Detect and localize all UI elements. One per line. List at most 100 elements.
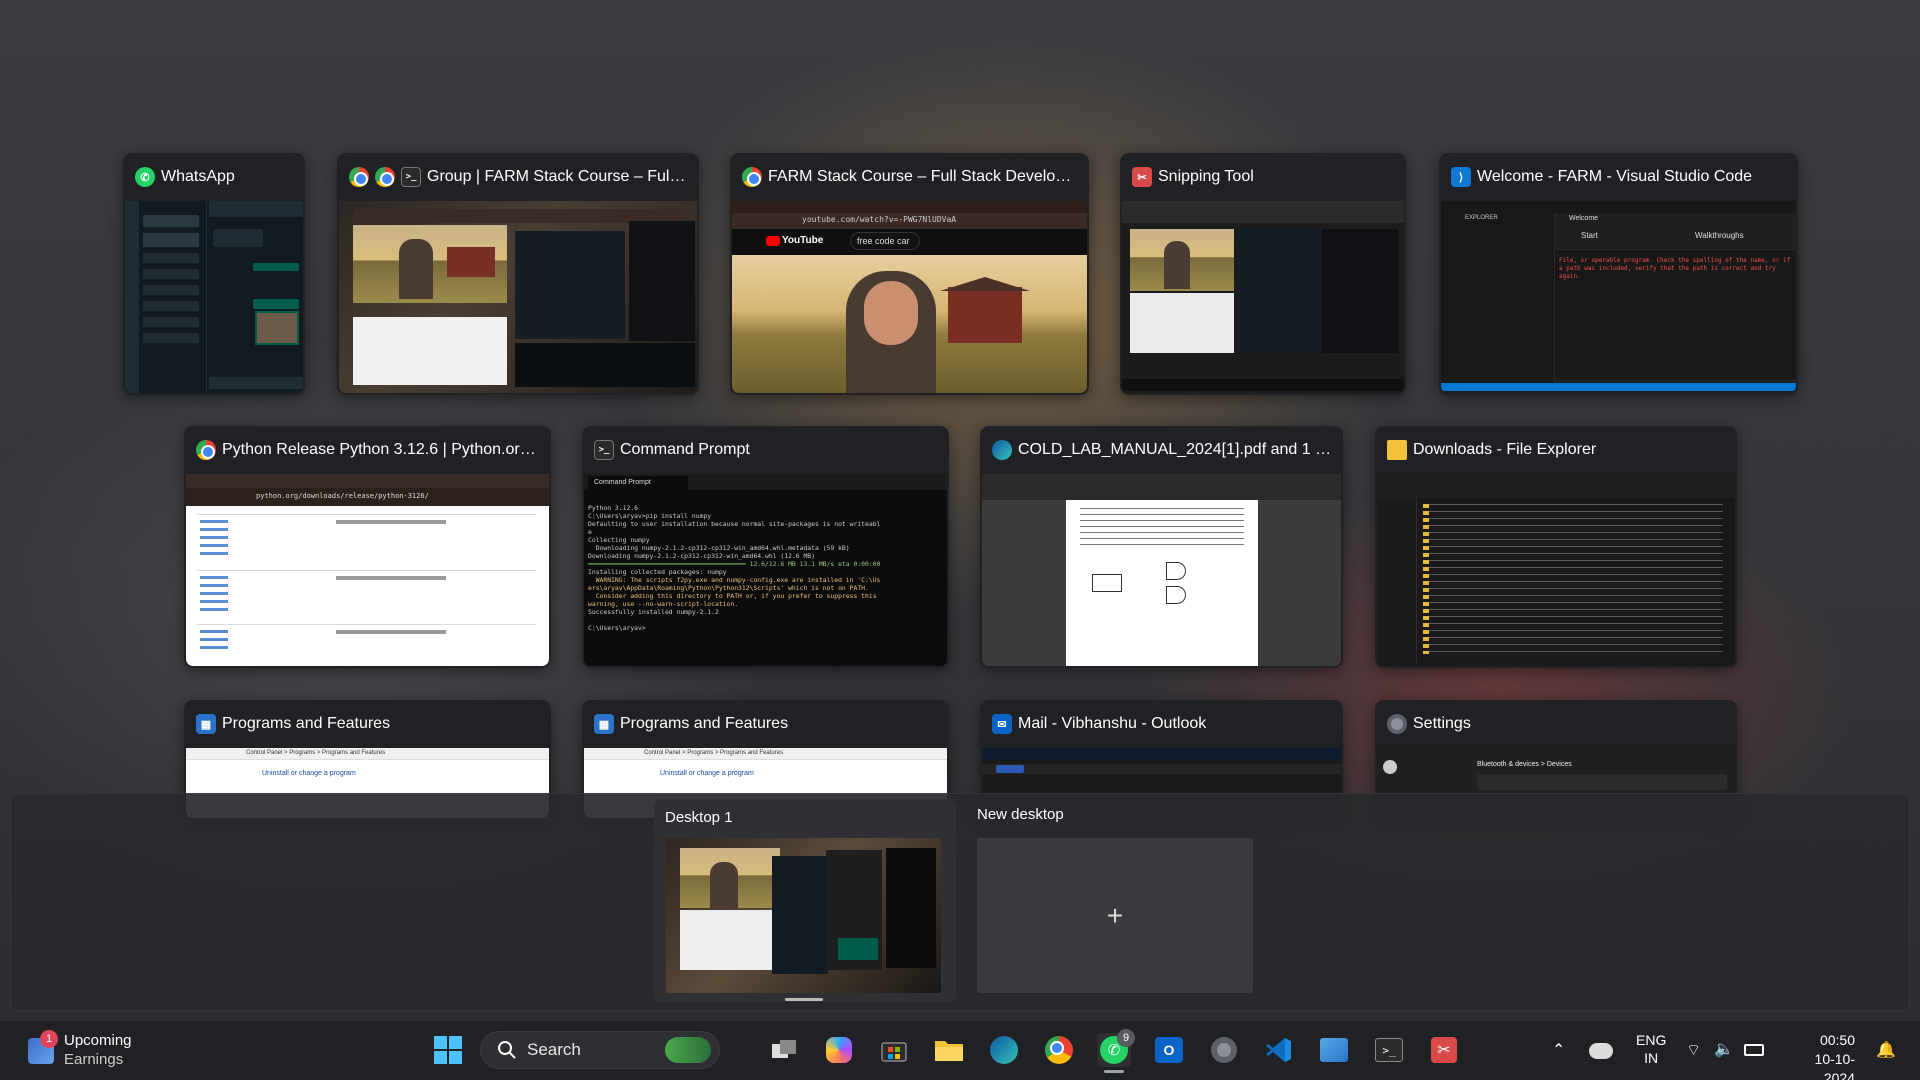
vscode-terminal-text: File, or operable program. Check the spe… xyxy=(1559,257,1791,280)
file-explorer-icon xyxy=(1387,440,1407,460)
notification-bell-icon[interactable]: 🔔 xyxy=(1876,1040,1896,1060)
onedrive-icon[interactable] xyxy=(1589,1043,1613,1059)
uninstall-link: Uninstall or change a program xyxy=(660,770,754,777)
clock-date: 10-10-2024 xyxy=(1814,1051,1855,1080)
vscode-icon xyxy=(1266,1038,1291,1062)
new-desktop-button[interactable]: + xyxy=(977,838,1253,993)
uninstall-link: Uninstall or change a program xyxy=(262,770,356,777)
windows-logo-icon xyxy=(434,1036,462,1064)
file-explorer-button[interactable] xyxy=(932,1033,966,1067)
language-code: ENG xyxy=(1636,1032,1667,1048)
folder-icon xyxy=(935,1041,963,1061)
battery-icon[interactable] xyxy=(1744,1044,1764,1056)
terminal-icon: >_ xyxy=(401,167,421,187)
window-title: Welcome - FARM - Visual Studio Code xyxy=(1477,168,1753,185)
task-view-icon xyxy=(772,1040,796,1058)
vscode-start: Start xyxy=(1581,231,1598,240)
window-chrome-group-farm[interactable]: >_ Group | FARM Stack Course – Full S... xyxy=(337,153,699,395)
window-title: Group | FARM Stack Course – Full S... xyxy=(427,168,689,185)
terminal-icon: >_ xyxy=(1375,1038,1403,1062)
youtube-preview: youtube.com/watch?v=-PWG7NlUDVaA YouTube… xyxy=(732,201,1087,393)
window-vscode[interactable]: ⟩ Welcome - FARM - Visual Studio Code EXP… xyxy=(1439,153,1798,395)
window-chrome-python-org[interactable]: Python Release Python 3.12.6 | Python.or… xyxy=(184,426,551,668)
widgets-button[interactable]: 1 Upcoming Earnings xyxy=(26,1030,146,1070)
vscode-icon: ⟩ xyxy=(1451,167,1471,187)
task-view-button[interactable] xyxy=(767,1033,801,1067)
snipping-tool-button[interactable]: ✂ xyxy=(1427,1033,1461,1067)
file-explorer-preview xyxy=(1377,474,1735,666)
widgets-badge: 1 xyxy=(40,1030,58,1048)
whatsapp-button[interactable]: ✆ 9 xyxy=(1097,1029,1135,1067)
wifi-icon[interactable]: ⌔ xyxy=(1686,1040,1701,1060)
control-panel-icon: ▦ xyxy=(196,714,216,734)
window-title: FARM Stack Course – Full Stack Developm.… xyxy=(768,168,1079,185)
cmd-output: Python 3.12.6 C:\Users\aryav>pip install … xyxy=(588,504,881,632)
window-file-explorer[interactable]: Downloads - File Explorer xyxy=(1375,426,1737,668)
window-title: Snipping Tool xyxy=(1158,168,1254,185)
gear-icon xyxy=(1211,1037,1237,1063)
chrome-icon xyxy=(1045,1036,1073,1064)
whatsapp-icon: ✆ xyxy=(135,167,155,187)
window-edge-pdf[interactable]: COLD_LAB_MANUAL_2024[1].pdf and 1 mor... xyxy=(980,426,1343,668)
outlook-button[interactable]: O xyxy=(1152,1033,1186,1067)
control-panel-button[interactable] xyxy=(1317,1033,1351,1067)
window-title: Command Prompt xyxy=(620,441,750,458)
search-placeholder: Search xyxy=(527,1040,581,1059)
microsoft-store-icon xyxy=(881,1042,907,1062)
taskbar-search[interactable]: Search xyxy=(480,1031,720,1069)
address-bar: youtube.com/watch?v=-PWG7NlUDVaA xyxy=(802,215,957,224)
window-title: Programs and Features xyxy=(620,715,789,732)
whatsapp-preview xyxy=(125,201,303,393)
scissors-icon: ✂ xyxy=(1431,1037,1457,1063)
window-title: COLD_LAB_MANUAL_2024[1].pdf and 1 mor... xyxy=(1018,441,1333,458)
new-desktop-label: New desktop xyxy=(977,806,1064,823)
edge-icon xyxy=(992,440,1012,460)
chrome-group-preview xyxy=(339,201,697,393)
chrome-button[interactable] xyxy=(1042,1033,1076,1067)
language-indicator[interactable]: ENG IN xyxy=(1636,1031,1666,1067)
outlook-icon: O xyxy=(1155,1037,1183,1063)
breadcrumb: Control Panel > Programs > Programs and … xyxy=(644,750,784,756)
window-chrome-youtube[interactable]: FARM Stack Course – Full Stack Developm.… xyxy=(730,153,1089,395)
youtube-search: free code car xyxy=(850,232,920,250)
terminal-button[interactable]: >_ xyxy=(1372,1033,1406,1067)
snipping-tool-preview xyxy=(1122,201,1404,393)
vscode-button[interactable] xyxy=(1262,1033,1296,1067)
window-title: Settings xyxy=(1413,715,1471,732)
vscode-walkthroughs: Walkthroughs xyxy=(1695,231,1744,240)
vscode-explorer-label: EXPLORER xyxy=(1465,215,1498,221)
widget-subtitle: Earnings xyxy=(64,1051,124,1068)
edge-button[interactable] xyxy=(987,1033,1021,1067)
chrome-icon xyxy=(349,167,369,187)
chevron-up-icon[interactable]: ⌃ xyxy=(1552,1040,1565,1060)
store-button[interactable] xyxy=(877,1033,911,1067)
search-highlight-icon xyxy=(665,1037,711,1063)
window-title: Downloads - File Explorer xyxy=(1413,441,1597,458)
vscode-tab: Welcome xyxy=(1561,213,1621,225)
snipping-tool-icon: ✂ xyxy=(1132,167,1152,187)
clock[interactable]: 00:50 10-10-2024 xyxy=(1785,1031,1855,1080)
region-code: IN xyxy=(1644,1050,1659,1066)
copilot-button[interactable] xyxy=(822,1033,856,1067)
desktop-1-active-indicator xyxy=(785,998,823,1001)
terminal-icon: >_ xyxy=(594,440,614,460)
whatsapp-badge: 9 xyxy=(1117,1029,1135,1047)
chrome-icon xyxy=(742,167,762,187)
clock-time: 00:50 xyxy=(1819,1032,1855,1048)
volume-icon[interactable]: 🔈 xyxy=(1714,1039,1734,1059)
outlook-icon: ✉ xyxy=(992,714,1012,734)
chrome-icon xyxy=(375,167,395,187)
vscode-preview: EXPLORER Welcome Start Walkthroughs File… xyxy=(1441,201,1796,393)
desktop-1-thumbnail[interactable] xyxy=(666,838,941,993)
settings-icon xyxy=(1387,714,1407,734)
start-button[interactable] xyxy=(431,1033,465,1067)
window-snipping-tool[interactable]: ✂ Snipping Tool xyxy=(1120,153,1406,395)
window-title: Programs and Features xyxy=(222,715,391,732)
running-indicator xyxy=(1104,1070,1124,1073)
window-command-prompt[interactable]: >_ Command Prompt Command Prompt Python 3… xyxy=(582,426,949,668)
edge-icon xyxy=(990,1036,1018,1064)
desktop-1-label: Desktop 1 xyxy=(665,809,733,826)
settings-breadcrumb: Bluetooth & devices > Devices xyxy=(1477,761,1572,768)
window-whatsapp[interactable]: ✆ WhatsApp xyxy=(123,153,305,395)
settings-button[interactable] xyxy=(1207,1033,1241,1067)
